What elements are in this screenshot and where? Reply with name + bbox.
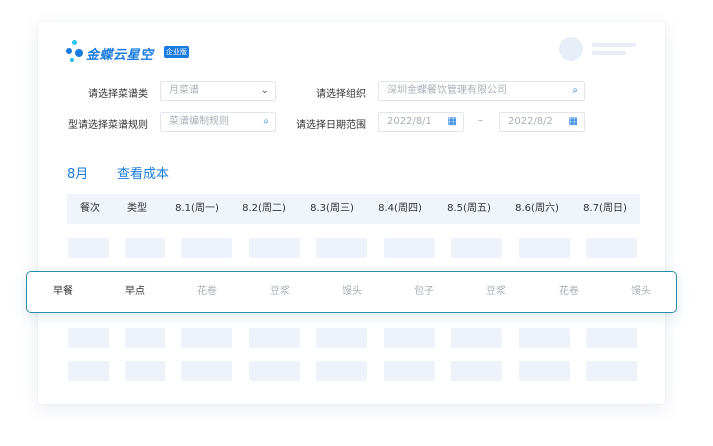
table-cell: 馒头 (631, 286, 651, 297)
skeleton-cell (316, 238, 367, 258)
date-start-value: 2022/8/1 (387, 116, 432, 127)
skeleton-cell (519, 328, 570, 348)
date-range-separator: – (478, 115, 483, 126)
edition-badge: 企业版 (164, 46, 189, 58)
menu-rule-input[interactable]: 菜谱编制规则 ⌕ (160, 112, 276, 132)
table-cell: 早点 (125, 286, 145, 297)
view-cost-link[interactable]: 查看成本 (117, 163, 169, 182)
skeleton-cell (384, 328, 435, 348)
calendar-icon: ▦ (447, 116, 457, 127)
search-icon: ⌕ (572, 85, 578, 96)
skeleton-cell (451, 361, 502, 381)
column-header: 类型 (127, 203, 147, 214)
skeleton-cell (181, 361, 232, 381)
user-info-placeholder (592, 51, 626, 55)
column-header: 8.6(周六) (515, 203, 559, 214)
table-cell: 馒头 (342, 286, 362, 297)
skeleton-cell (125, 238, 165, 258)
skeleton-cell (249, 238, 300, 258)
table-header: 餐次 类型 8.1(周一) 8.2(周二) 8.3(周三) 8.4(周四) 8.… (67, 194, 640, 224)
skeleton-cell (68, 238, 109, 258)
skeleton-cell (316, 328, 367, 348)
chevron-down-icon: ⌄ (260, 85, 269, 96)
table-cell: 豆浆 (486, 286, 506, 297)
skeleton-cell (181, 238, 232, 258)
table-cell: 花卷 (559, 286, 579, 297)
date-start-input[interactable]: 2022/8/1 ▦ (378, 112, 464, 132)
menu-rule-label: 型请选择菜谱规则 (68, 120, 148, 131)
menu-rule-placeholder: 菜谱编制规则 (169, 116, 229, 127)
skeleton-cell (181, 328, 232, 348)
table-cell: 早餐 (53, 286, 73, 297)
menu-category-select[interactable]: 月菜谱 ⌄ (160, 81, 276, 101)
column-header: 8.4(周四) (378, 203, 422, 214)
skeleton-cell (384, 238, 435, 258)
date-range-label: 请选择日期范围 (296, 120, 366, 131)
table-row-highlighted[interactable]: 早餐 早点 花卷 豆浆 馒头 包子 豆浆 花卷 馒头 (26, 271, 677, 313)
skeleton-cell (586, 238, 637, 258)
skeleton-cell (68, 328, 109, 348)
org-label: 请选择组织 (316, 89, 366, 100)
logo-mark-icon (66, 40, 86, 64)
org-search-input[interactable]: 深圳金蝶餐饮管理有限公司 ⌕ (378, 81, 585, 101)
skeleton-cell (451, 328, 502, 348)
skeleton-cell (249, 361, 300, 381)
skeleton-cell (125, 361, 165, 381)
skeleton-cell (68, 361, 109, 381)
search-icon: ⌕ (263, 116, 269, 127)
column-header: 8.2(周二) (242, 203, 286, 214)
skeleton-cell (384, 361, 435, 381)
skeleton-cell (586, 361, 637, 381)
month-label[interactable]: 8月 (67, 163, 88, 182)
skeleton-cell (519, 238, 570, 258)
skeleton-cell (125, 328, 165, 348)
table-cell: 包子 (414, 286, 434, 297)
column-header: 餐次 (80, 203, 100, 214)
column-header: 8.7(周日) (583, 203, 627, 214)
avatar[interactable] (559, 37, 583, 61)
date-end-value: 2022/8/2 (508, 116, 553, 127)
menu-category-value: 月菜谱 (169, 85, 199, 96)
skeleton-cell (249, 328, 300, 348)
skeleton-cell (586, 328, 637, 348)
user-name-placeholder (592, 43, 636, 47)
logo-text: 金蝶云星空 (86, 48, 154, 63)
skeleton-cell (451, 238, 502, 258)
skeleton-cell (519, 361, 570, 381)
calendar-icon: ▦ (568, 116, 578, 127)
table-cell: 花卷 (197, 286, 217, 297)
column-header: 8.3(周三) (310, 203, 354, 214)
menu-category-label: 请选择菜谱类 (88, 89, 148, 100)
column-header: 8.5(周五) (447, 203, 491, 214)
org-placeholder: 深圳金蝶餐饮管理有限公司 (387, 85, 507, 96)
table-cell: 豆浆 (270, 286, 290, 297)
column-header: 8.1(周一) (175, 203, 219, 214)
date-end-input[interactable]: 2022/8/2 ▦ (499, 112, 585, 132)
skeleton-cell (316, 361, 367, 381)
